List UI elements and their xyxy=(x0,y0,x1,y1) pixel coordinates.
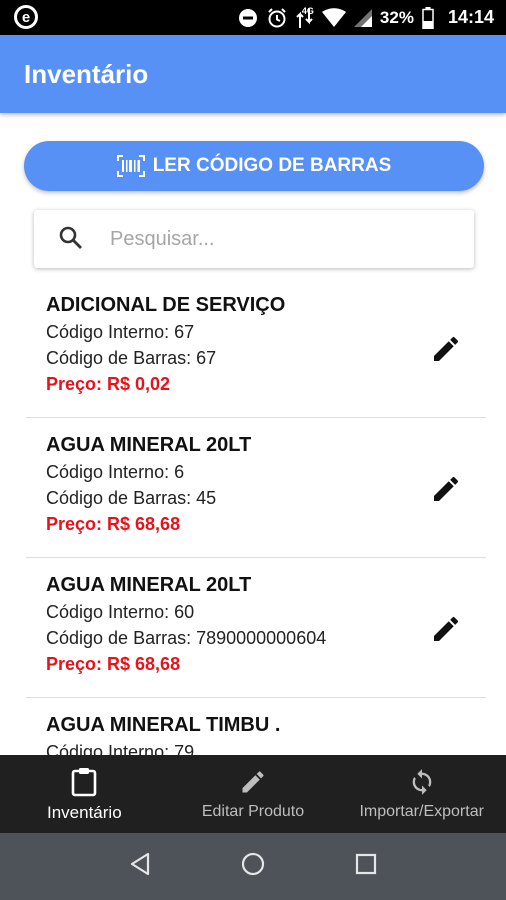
tab-label: Inventário xyxy=(47,803,122,822)
status-bar: e 4G 32% 14:14 xyxy=(0,0,506,35)
search-input[interactable] xyxy=(110,222,450,256)
battery-icon xyxy=(422,6,434,29)
tab-label: Importar/Exportar xyxy=(359,803,484,820)
app-bar: Inventário xyxy=(0,35,506,113)
scan-barcode-button[interactable]: LER CÓDIGO DE BARRAS xyxy=(24,141,484,191)
battery-percentage: 32% xyxy=(379,7,414,27)
product-barcode: Código de Barras: 45 xyxy=(46,488,217,508)
edit-pencil-icon[interactable] xyxy=(430,333,462,365)
edit-pencil-icon[interactable] xyxy=(430,613,462,645)
search-icon xyxy=(58,225,84,256)
product-internal-code: Código Interno: 79 xyxy=(46,742,195,755)
bottom-navigation: Inventário Editar Produto Importar/Expor… xyxy=(0,755,506,833)
recents-icon[interactable] xyxy=(355,853,377,880)
product-list: ADICIONAL DE SERVIÇO Código Interno: 67 … xyxy=(0,278,506,755)
do-not-disturb-icon xyxy=(238,8,258,28)
product-name: AGUA MINERAL TIMBU . xyxy=(46,714,281,736)
list-item[interactable]: AGUA MINERAL 20LT Código Interno: 6 Códi… xyxy=(26,418,486,558)
status-icons: 4G 32% 14:14 xyxy=(238,0,494,35)
sync-icon xyxy=(407,767,437,797)
tab-importar-exportar[interactable]: Importar/Exportar xyxy=(337,755,506,833)
tab-editar-produto[interactable]: Editar Produto xyxy=(169,755,338,833)
edit-pencil-icon[interactable] xyxy=(430,473,462,505)
product-internal-code: Código Interno: 67 xyxy=(46,322,195,342)
product-price: Preço: R$ 0,02 xyxy=(46,374,171,394)
search-bar xyxy=(34,210,474,268)
product-barcode: Código de Barras: 7890000000604 xyxy=(46,628,327,648)
wifi-icon xyxy=(321,7,346,28)
tab-inventario[interactable]: Inventário xyxy=(0,755,169,833)
scan-barcode-label: LER CÓDIGO DE BARRAS xyxy=(152,155,392,176)
signal-icon xyxy=(353,8,372,27)
list-item[interactable]: ADICIONAL DE SERVIÇO Código Interno: 67 … xyxy=(26,278,486,418)
barcode-scan-icon xyxy=(116,155,145,177)
product-price: Preço: R$ 68,68 xyxy=(46,654,181,674)
system-navigation-bar xyxy=(0,833,506,900)
alarm-icon xyxy=(266,7,288,29)
product-name: AGUA MINERAL 20LT xyxy=(46,574,252,596)
notification-app-icon: e xyxy=(14,5,38,29)
home-icon[interactable] xyxy=(241,852,265,881)
back-icon[interactable] xyxy=(129,852,151,881)
tab-label: Editar Produto xyxy=(201,803,305,820)
product-name: AGUA MINERAL 20LT xyxy=(46,434,252,456)
list-item[interactable]: AGUA MINERAL 20LT Código Interno: 60 Cód… xyxy=(26,558,486,698)
network-4g-icon: 4G xyxy=(296,6,314,28)
product-price: Preço: R$ 68,68 xyxy=(46,514,181,534)
product-barcode: Código de Barras: 67 xyxy=(46,348,217,368)
clock: 14:14 xyxy=(447,7,494,27)
pencil-icon xyxy=(238,767,268,797)
clipboard-icon xyxy=(69,767,99,797)
list-item[interactable]: AGUA MINERAL TIMBU . Código Interno: 79 xyxy=(26,698,486,755)
page-title: Inventário xyxy=(24,59,149,89)
product-internal-code: Código Interno: 60 xyxy=(46,602,195,622)
product-name: ADICIONAL DE SERVIÇO xyxy=(46,294,286,316)
product-internal-code: Código Interno: 6 xyxy=(46,462,185,482)
